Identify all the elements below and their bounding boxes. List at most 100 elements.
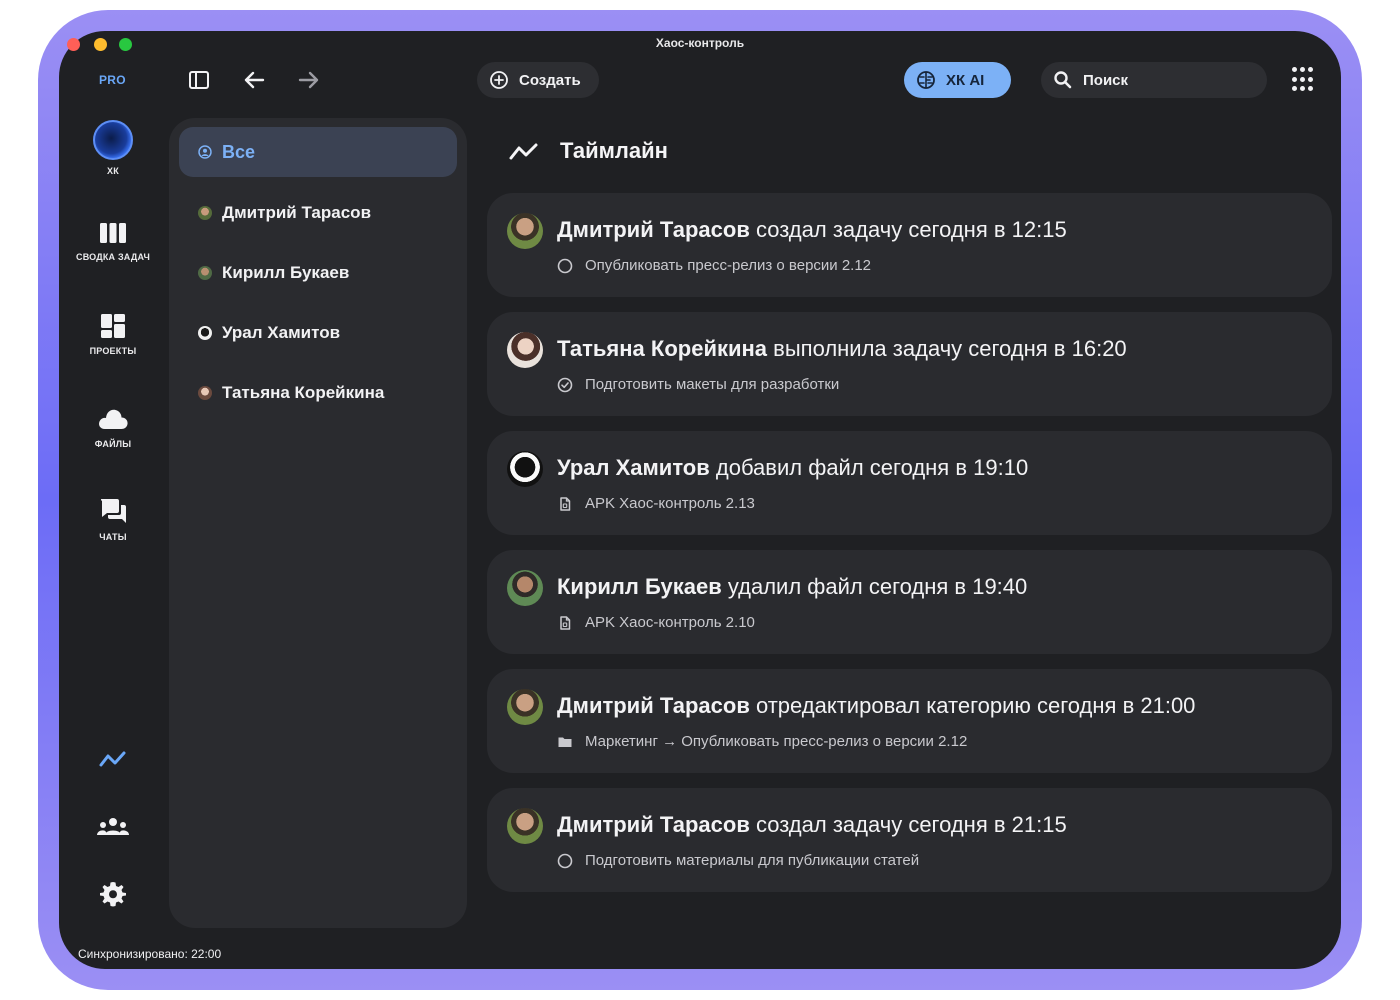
team-icon (97, 818, 129, 835)
event-title: Дмитрий Тарасов отредактировал категорию… (557, 693, 1195, 719)
ai-button-label: ХК AI (946, 71, 985, 89)
avatar (507, 689, 543, 725)
people-item-dmitry[interactable]: Дмитрий Тарасов (179, 188, 457, 238)
avatar (507, 451, 543, 487)
apps-grid-button[interactable] (1292, 67, 1318, 93)
timeline-event[interactable]: Дмитрий Тарасов создал задачу сегодня в … (487, 788, 1332, 892)
window-title: Хаос-контроль (655, 36, 745, 50)
rail-item-files[interactable]: ФАЙЛЫ (62, 405, 164, 449)
timeline-event[interactable]: Урал Хамитов добавил файл сегодня в 19:1… (487, 431, 1332, 535)
timeline-icon (509, 143, 538, 160)
folder-icon (558, 737, 572, 747)
event-actor[interactable]: Кирилл Букаев (557, 574, 722, 599)
rail-timeline-button[interactable] (62, 748, 164, 770)
event-detail-text: Маркетинг → Опубликовать пресс-релиз о в… (585, 733, 968, 750)
arrow-right-icon (298, 71, 319, 89)
rail-label-chats: ЧАТЫ (99, 532, 127, 542)
people-panel: Все Дмитрий Тарасов Кирилл Букаев Урал Х… (169, 118, 467, 928)
cloud-icon (99, 409, 128, 429)
event-detail-text: Подготовить макеты для разработки (585, 376, 840, 393)
timeline-event[interactable]: Дмитрий Тарасов создал задачу сегодня в … (487, 193, 1332, 297)
people-item-label: Татьяна Корейкина (222, 383, 385, 402)
event-title: Урал Хамитов добавил файл сегодня в 19:1… (557, 455, 1028, 481)
circle-icon (557, 853, 573, 868)
sync-status: Синхронизировано: 22:00 (78, 947, 222, 961)
timeline-icon (99, 751, 126, 767)
create-button[interactable]: Создать (477, 62, 599, 98)
workspace-label: ХК (107, 166, 119, 176)
check-circle-icon (557, 377, 573, 392)
event-detail[interactable]: Подготовить материалы для публикации ста… (557, 852, 919, 869)
rail-label-task-summary: СВОДКА ЗАДАЧ (76, 252, 150, 262)
people-item-ural[interactable]: Урал Хамитов (179, 308, 457, 358)
event-actor[interactable]: Дмитрий Тарасов (557, 812, 750, 837)
avatar (198, 206, 212, 220)
event-detail[interactable]: Опубликовать пресс-релиз о версии 2.12 (557, 257, 871, 274)
event-actor[interactable]: Урал Хамитов (557, 455, 710, 480)
event-actor[interactable]: Дмитрий Тарасов (557, 217, 750, 242)
columns-icon (100, 223, 126, 243)
event-detail[interactable]: APK Хаос-контроль 2.10 (557, 614, 755, 631)
forward-button[interactable] (295, 66, 323, 94)
event-action: отредактировал категорию сегодня в 21:00 (755, 693, 1196, 718)
event-detail[interactable]: Маркетинг → Опубликовать пресс-релиз о в… (557, 733, 967, 750)
event-detail[interactable]: Подготовить макеты для разработки (557, 376, 839, 393)
rail-team-button[interactable] (62, 815, 164, 839)
rail-item-chats[interactable]: ЧАТЫ (62, 496, 164, 542)
timeline-event[interactable]: Кирилл Букаев удалил файл сегодня в 19:4… (487, 550, 1332, 654)
toggle-sidebar-button[interactable] (185, 66, 213, 94)
event-detail[interactable]: APK Хаос-контроль 2.13 (557, 495, 755, 512)
avatar (507, 213, 543, 249)
workspace-switcher[interactable]: ХК (62, 120, 164, 176)
search-input[interactable]: Поиск (1041, 62, 1267, 98)
avatar (507, 570, 543, 606)
settings-icon (100, 882, 126, 907)
page-title: Таймлайн (560, 138, 668, 163)
event-action: добавил файл сегодня в 19:10 (715, 455, 1029, 480)
plus-circle-icon (490, 71, 508, 89)
avatar (198, 326, 212, 340)
brain-icon (917, 71, 935, 89)
people-item-tatiana[interactable]: Татьяна Корейкина (179, 368, 457, 418)
event-detail-text: APK Хаос-контроль 2.13 (585, 495, 755, 512)
ai-button[interactable]: ХК AI (904, 62, 1011, 98)
event-title: Кирилл Букаев удалил файл сегодня в 19:4… (557, 574, 1027, 600)
rail-label-projects: ПРОЕКТЫ (89, 346, 137, 356)
search-placeholder: Поиск (1083, 71, 1129, 89)
avatar (507, 808, 543, 844)
search-icon (1054, 71, 1072, 89)
workspace-logo (93, 120, 133, 160)
back-button[interactable] (240, 66, 268, 94)
event-action: удалил файл сегодня в 19:40 (727, 574, 1028, 599)
file-icon (560, 496, 571, 511)
create-button-label: Создать (519, 71, 581, 89)
event-actor[interactable]: Татьяна Корейкина (557, 336, 767, 361)
event-actor[interactable]: Дмитрий Тарасов (557, 693, 750, 718)
user-circle-icon (198, 145, 212, 159)
event-title: Татьяна Корейкина выполнила задачу сегод… (557, 336, 1127, 362)
rail-label-files: ФАЙЛЫ (94, 439, 132, 449)
timeline-event[interactable]: Татьяна Корейкина выполнила задачу сегод… (487, 312, 1332, 416)
rail-settings-button[interactable] (62, 880, 164, 908)
people-item-kirill[interactable]: Кирилл Букаев (179, 248, 457, 298)
arrow-left-icon (244, 71, 265, 89)
timeline-header: Таймлайн (508, 138, 668, 164)
event-detail-text: APK Хаос-контроль 2.10 (585, 614, 755, 631)
people-item-label: Все (222, 141, 256, 162)
circle-icon (557, 258, 573, 273)
pro-badge: PRO (99, 73, 126, 87)
file-icon (560, 615, 571, 630)
people-item-all[interactable]: Все (179, 127, 457, 177)
event-title: Дмитрий Тарасов создал задачу сегодня в … (557, 812, 1067, 838)
timeline-event[interactable]: Дмитрий Тарасов отредактировал категорию… (487, 669, 1332, 773)
people-item-label: Кирилл Букаев (222, 263, 350, 282)
chat-icon (100, 499, 126, 523)
event-action: создал задачу сегодня в 21:15 (755, 812, 1067, 837)
rail-item-task-summary[interactable]: СВОДКА ЗАДАЧ (62, 220, 164, 262)
avatar (507, 332, 543, 368)
avatar (198, 386, 212, 400)
dashboard-icon (101, 314, 125, 338)
sidebar-icon (189, 71, 209, 89)
people-item-label: Дмитрий Тарасов (222, 203, 372, 222)
rail-item-projects[interactable]: ПРОЕКТЫ (62, 312, 164, 356)
